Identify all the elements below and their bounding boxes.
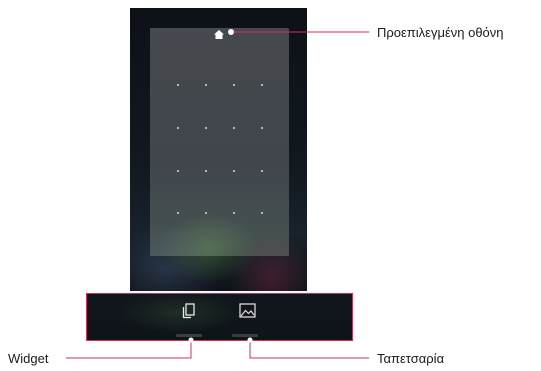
callout-wallpaper: Ταπετσαρία [377,351,445,366]
callout-widget: Widget [8,351,49,366]
callout-default-screen: Προεπιλεγμένη οθόνη [377,25,504,40]
callout-lines [66,29,369,359]
